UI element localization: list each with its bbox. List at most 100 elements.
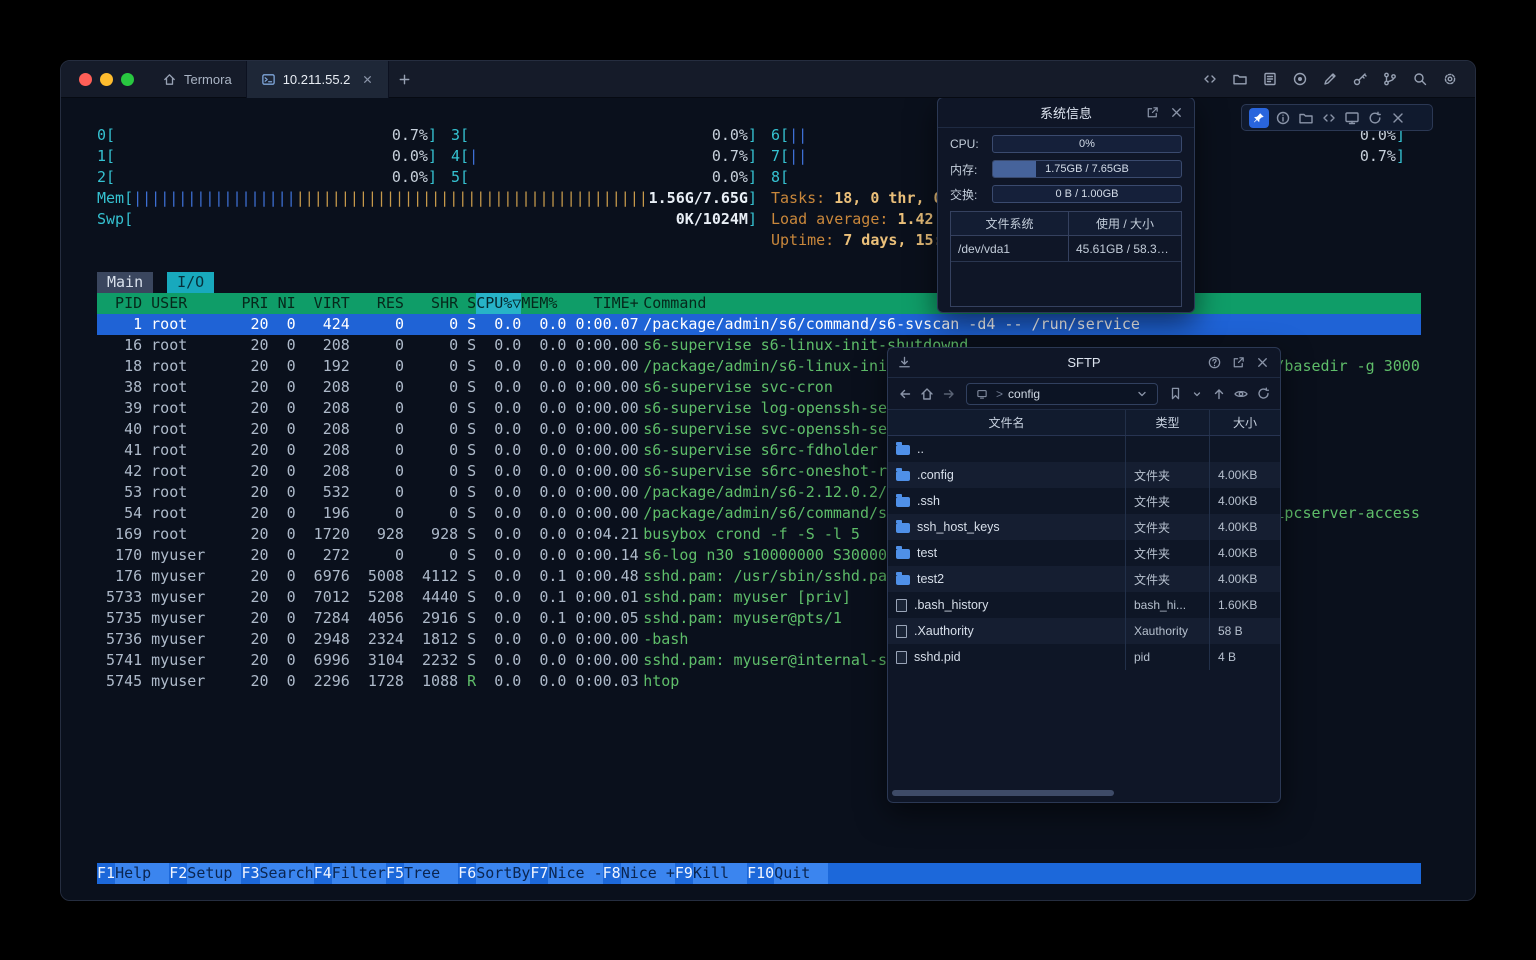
refresh-icon[interactable] bbox=[1254, 385, 1272, 403]
code-icon[interactable] bbox=[1201, 70, 1219, 88]
code-icon[interactable] bbox=[1320, 109, 1338, 127]
tab-host-session[interactable]: 10.211.55.2 bbox=[247, 61, 390, 98]
branch-icon[interactable] bbox=[1381, 70, 1399, 88]
file-row[interactable]: .XauthorityXauthority58 B bbox=[888, 618, 1280, 644]
column-header[interactable]: TIME+ bbox=[566, 293, 638, 314]
back-icon[interactable] bbox=[896, 385, 914, 403]
gauge-value: 1.75GB / 7.65GB bbox=[993, 161, 1181, 177]
column-header[interactable]: USER bbox=[142, 293, 232, 314]
column-header[interactable]: NI bbox=[269, 293, 296, 314]
column-header[interactable]: Command bbox=[639, 293, 707, 314]
fkey-label[interactable]: Setup bbox=[187, 863, 241, 884]
file-row[interactable]: .ssh文件夹4.00KB bbox=[888, 488, 1280, 514]
upload-icon[interactable] bbox=[1210, 385, 1228, 403]
column-header[interactable]: S bbox=[458, 293, 476, 314]
screen-tab-io[interactable]: I/O bbox=[167, 272, 214, 293]
fkey-f4[interactable]: F4 bbox=[314, 863, 332, 884]
file-row[interactable]: ssh_host_keys文件夹4.00KB bbox=[888, 514, 1280, 540]
column-size[interactable]: 大小 bbox=[1210, 410, 1280, 435]
open-in-window-icon[interactable] bbox=[1144, 105, 1160, 121]
file-type: bash_hi... bbox=[1126, 592, 1210, 618]
filesystem-row[interactable]: /dev/vda1 45.61GB / 58.3… bbox=[951, 236, 1181, 262]
file-size: 4.00KB bbox=[1210, 514, 1280, 540]
column-header[interactable]: MEM% bbox=[521, 293, 566, 314]
column-header[interactable]: RES bbox=[350, 293, 404, 314]
tab-termora-home[interactable]: Termora bbox=[148, 61, 247, 98]
fkey-label[interactable]: Help bbox=[115, 863, 169, 884]
close-tab-icon[interactable] bbox=[361, 73, 374, 86]
fkey-label[interactable]: Search bbox=[260, 863, 314, 884]
fkey-f5[interactable]: F5 bbox=[386, 863, 404, 884]
column-header[interactable]: SHR bbox=[404, 293, 458, 314]
column-header[interactable]: VIRT bbox=[296, 293, 350, 314]
horizontal-scrollbar[interactable] bbox=[892, 790, 1114, 796]
file-row[interactable]: test2文件夹4.00KB bbox=[888, 566, 1280, 592]
bookmark-caret-icon[interactable] bbox=[1188, 385, 1206, 403]
zoom-window-button[interactable] bbox=[121, 73, 134, 86]
refresh-icon[interactable] bbox=[1366, 109, 1384, 127]
gauge-value: 0 B / 1.00GB bbox=[993, 186, 1181, 202]
chevron-down-icon[interactable] bbox=[1133, 385, 1151, 403]
fkey-f7[interactable]: F7 bbox=[530, 863, 548, 884]
fkey-f1[interactable]: F1 bbox=[97, 863, 115, 884]
log-icon[interactable] bbox=[1261, 70, 1279, 88]
column-header[interactable]: PRI bbox=[232, 293, 268, 314]
path-breadcrumb[interactable]: > config bbox=[966, 383, 1158, 405]
file-row[interactable]: test文件夹4.00KB bbox=[888, 540, 1280, 566]
edit-icon[interactable] bbox=[1321, 70, 1339, 88]
settings-icon[interactable] bbox=[1441, 70, 1459, 88]
fkey-f3[interactable]: F3 bbox=[241, 863, 259, 884]
screen-tab-main[interactable]: Main bbox=[97, 272, 153, 293]
help-icon[interactable] bbox=[1206, 355, 1222, 371]
file-row[interactable]: .bash_historybash_hi...1.60KB bbox=[888, 592, 1280, 618]
fs-col-header: 使用 / 大小 bbox=[1069, 212, 1181, 235]
fkey-label[interactable]: Filter bbox=[332, 863, 386, 884]
minimize-window-button[interactable] bbox=[100, 73, 113, 86]
fkey-label[interactable]: Kill bbox=[693, 863, 747, 884]
fkey-f9[interactable]: F9 bbox=[675, 863, 693, 884]
file-name: ssh_host_keys bbox=[917, 520, 1000, 534]
fkey-label[interactable]: SortBy bbox=[476, 863, 530, 884]
cpu-meter-5: 5[0.0%] bbox=[451, 167, 757, 188]
eye-icon[interactable] bbox=[1232, 385, 1250, 403]
fkey-label[interactable]: Quit bbox=[774, 863, 828, 884]
forward-icon[interactable] bbox=[940, 385, 958, 403]
fkey-f8[interactable]: F8 bbox=[603, 863, 621, 884]
column-type[interactable]: 类型 bbox=[1126, 410, 1210, 435]
fkey-label[interactable]: Tree bbox=[404, 863, 458, 884]
close-panel-icon[interactable] bbox=[1254, 355, 1270, 371]
file-name: test bbox=[917, 546, 937, 560]
column-header[interactable]: CPU%▽ bbox=[476, 293, 521, 314]
folder-icon[interactable] bbox=[1297, 109, 1315, 127]
download-icon[interactable] bbox=[896, 355, 912, 371]
new-tab-button[interactable] bbox=[389, 61, 419, 98]
record-icon[interactable] bbox=[1291, 70, 1309, 88]
open-in-window-icon[interactable] bbox=[1230, 355, 1246, 371]
file-icon bbox=[896, 651, 907, 664]
search-icon[interactable] bbox=[1411, 70, 1429, 88]
file-size: 4.00KB bbox=[1210, 540, 1280, 566]
bookmark-icon[interactable] bbox=[1166, 385, 1184, 403]
fkey-label[interactable]: Nice + bbox=[621, 863, 675, 884]
fkey-label[interactable]: Nice - bbox=[548, 863, 602, 884]
file-row[interactable]: sshd.pidpid4 B bbox=[888, 644, 1280, 670]
close-icon[interactable] bbox=[1389, 109, 1407, 127]
column-header[interactable]: PID bbox=[97, 293, 142, 314]
home-icon[interactable] bbox=[918, 385, 936, 403]
terminal-icon[interactable] bbox=[1343, 109, 1361, 127]
file-name-cell: ssh_host_keys bbox=[888, 514, 1126, 540]
pin-icon[interactable] bbox=[1249, 108, 1269, 128]
folder-icon[interactable] bbox=[1231, 70, 1249, 88]
info-icon[interactable] bbox=[1274, 109, 1292, 127]
column-filename[interactable]: 文件名 bbox=[888, 410, 1126, 435]
process-row[interactable]: 1root20042400S0.00.00:00.07/package/admi… bbox=[97, 314, 1421, 335]
fkey-f2[interactable]: F2 bbox=[169, 863, 187, 884]
close-panel-icon[interactable] bbox=[1168, 105, 1184, 121]
file-row[interactable]: .config文件夹4.00KB bbox=[888, 462, 1280, 488]
key-icon[interactable] bbox=[1351, 70, 1369, 88]
fkey-f6[interactable]: F6 bbox=[458, 863, 476, 884]
close-window-button[interactable] bbox=[79, 73, 92, 86]
file-name-cell: .Xauthority bbox=[888, 618, 1126, 644]
fkey-f10[interactable]: F10 bbox=[747, 863, 774, 884]
file-row[interactable]: .. bbox=[888, 436, 1280, 462]
